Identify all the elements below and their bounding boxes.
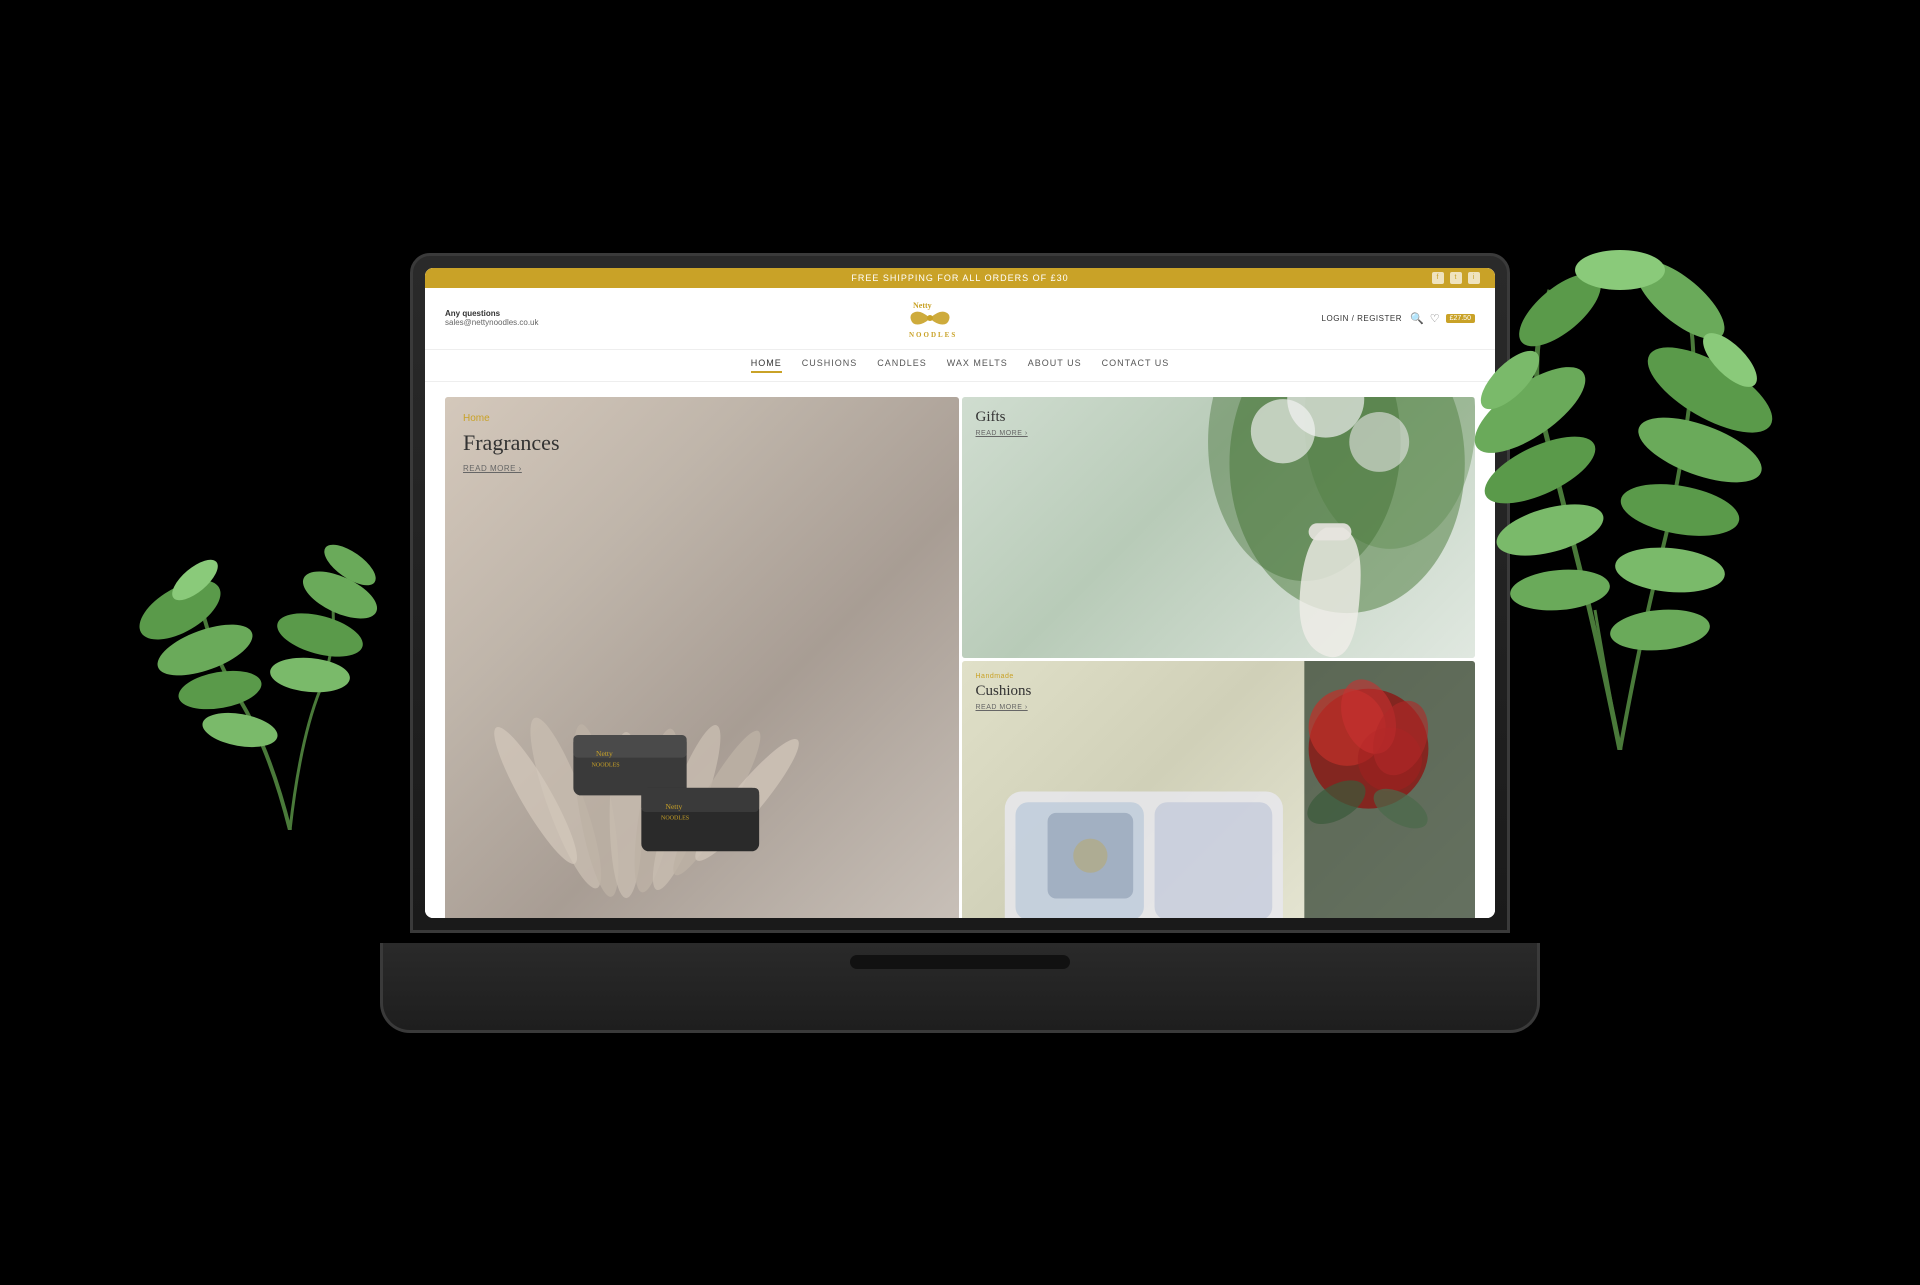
fragrances-read-more[interactable]: READ MORE ›: [463, 464, 560, 473]
banner-text: FREE SHIPPING FOR ALL ORDERS OF £30: [851, 273, 1068, 283]
any-questions-label: Any questions: [445, 309, 539, 318]
cushions-title: Cushions: [976, 683, 1032, 700]
login-register-link[interactable]: LOGIN / REGISTER: [1322, 314, 1402, 323]
nav-candles[interactable]: CANDLES: [877, 358, 927, 373]
svg-text:Netty: Netty: [666, 802, 683, 811]
cushions-text-overlay: Handmade Cushions READ MORE ›: [962, 661, 1046, 723]
svg-text:NOODLES: NOODLES: [591, 762, 619, 768]
gifts-text-overlay: Gifts READ MORE ›: [962, 397, 1042, 449]
hero-fragrances-section[interactable]: Netty NOODLES Netty NOODLES: [445, 397, 959, 918]
handmade-label: Handmade: [976, 673, 1032, 680]
svg-text:Netty: Netty: [596, 749, 613, 758]
laptop-lid: FREE SHIPPING FOR ALL ORDERS OF £30 f t …: [410, 253, 1510, 933]
site-header: Any questions sales@nettynoodles.co.uk: [425, 288, 1495, 350]
gifts-section[interactable]: Gifts READ MORE ›: [962, 397, 1476, 658]
nav-contact-us[interactable]: CONTACT US: [1102, 358, 1170, 373]
plant-left-decoration: [120, 450, 460, 830]
cushions-read-more[interactable]: READ MORE ›: [976, 704, 1032, 711]
home-breadcrumb: Home: [463, 413, 560, 424]
nav-about-us[interactable]: ABOUT US: [1028, 358, 1082, 373]
logo-svg: Netty NOODLES: [903, 296, 958, 341]
laptop-screen: FREE SHIPPING FOR ALL ORDERS OF £30 f t …: [425, 268, 1495, 918]
nav-home[interactable]: HOME: [751, 358, 782, 373]
main-nav: HOME CUSHIONS CANDLES WAX MELTS ABOUT US…: [425, 350, 1495, 382]
website-content: FREE SHIPPING FOR ALL ORDERS OF £30 f t …: [425, 268, 1495, 918]
laptop-device: FREE SHIPPING FOR ALL ORDERS OF £30 f t …: [410, 253, 1510, 1033]
gifts-read-more[interactable]: READ MORE ›: [976, 430, 1028, 437]
laptop-base: [380, 943, 1540, 1033]
plant-right-decoration: [1420, 190, 1840, 750]
cushions-section[interactable]: Handmade Cushions READ MORE ›: [962, 661, 1476, 918]
svg-text:NOODLES: NOODLES: [661, 815, 689, 821]
laptop-body: FREE SHIPPING FOR ALL ORDERS OF £30 f t …: [410, 253, 1510, 1033]
header-email[interactable]: sales@nettynoodles.co.uk: [445, 318, 539, 327]
site-logo[interactable]: Netty NOODLES: [903, 296, 958, 341]
header-contact: Any questions sales@nettynoodles.co.uk: [445, 309, 539, 327]
hero-text-overlay: Home Fragrances READ MORE ›: [445, 397, 578, 489]
svg-text:Netty: Netty: [913, 301, 932, 310]
fragrances-title: Fragrances: [463, 430, 560, 456]
nav-wax-melts[interactable]: WAX MELTS: [947, 358, 1008, 373]
gifts-title: Gifts: [976, 409, 1028, 426]
svg-text:NOODLES: NOODLES: [909, 331, 957, 339]
nav-cushions[interactable]: CUSHIONS: [802, 358, 858, 373]
top-banner: FREE SHIPPING FOR ALL ORDERS OF £30 f t …: [425, 268, 1495, 288]
main-content-grid: Netty NOODLES Netty NOODLES: [425, 382, 1495, 918]
